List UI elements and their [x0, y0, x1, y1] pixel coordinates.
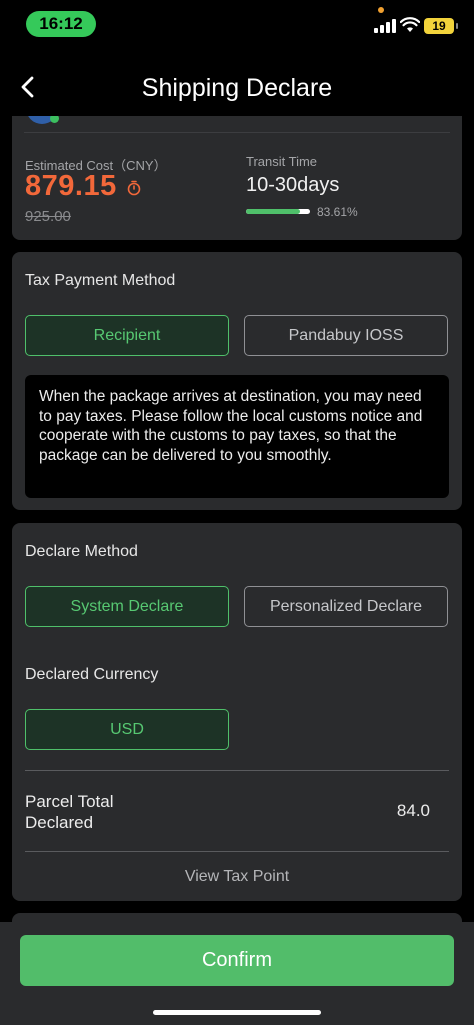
- wifi-icon: [400, 17, 420, 32]
- declare-option-personalized[interactable]: Personalized Declare: [244, 586, 448, 627]
- original-cost-value: 925.00: [25, 208, 71, 225]
- parcel-total-label: Parcel Total Declared: [25, 792, 114, 832]
- privacy-indicator-dot: [378, 7, 384, 13]
- tax-payment-card: Tax Payment Method Recipient Pandabuy IO…: [12, 252, 462, 510]
- tax-option-recipient[interactable]: Recipient: [25, 315, 229, 356]
- declared-currency-title: Declared Currency: [25, 666, 159, 683]
- transit-time-value: 10-30days: [246, 174, 340, 196]
- on-time-progress-bar: [246, 209, 310, 214]
- battery-icon: 19: [424, 18, 458, 34]
- signal-icon: [374, 19, 396, 33]
- home-indicator: [153, 1010, 321, 1015]
- view-tax-point-link[interactable]: View Tax Point: [12, 868, 462, 886]
- transit-time-label: Transit Time: [246, 154, 318, 169]
- divider: [25, 770, 449, 771]
- declare-card: Declare Method System Declare Personaliz…: [12, 523, 462, 901]
- globe-icon: [26, 116, 60, 126]
- timer-icon: [127, 180, 141, 196]
- declare-option-system[interactable]: System Declare: [25, 586, 229, 627]
- on-time-progress-fill: [246, 209, 300, 214]
- nav-bar: Shipping Declare: [0, 60, 474, 116]
- back-arrow-icon[interactable]: [14, 72, 44, 102]
- on-time-progress-text: 83.61%: [317, 205, 358, 219]
- currency-option-usd[interactable]: USD: [25, 709, 229, 750]
- divider: [24, 132, 450, 133]
- status-bar: 16:12 19: [0, 0, 474, 48]
- estimated-cost-value: 879.15: [25, 170, 117, 202]
- declare-method-title: Declare Method: [25, 543, 138, 560]
- confirm-button[interactable]: Confirm: [20, 935, 454, 986]
- tax-payment-title: Tax Payment Method: [25, 272, 176, 289]
- tax-notice: When the package arrives at destination,…: [25, 375, 449, 498]
- cost-card: Estimated Cost（CNY） 879.15 925.00 Transi…: [12, 116, 462, 240]
- divider: [25, 851, 449, 852]
- page-title: Shipping Declare: [141, 74, 333, 102]
- parcel-total-value: 84.0: [396, 801, 430, 820]
- tax-option-pandabuy-ioss[interactable]: Pandabuy IOSS: [244, 315, 448, 356]
- status-time: 16:12: [26, 11, 96, 37]
